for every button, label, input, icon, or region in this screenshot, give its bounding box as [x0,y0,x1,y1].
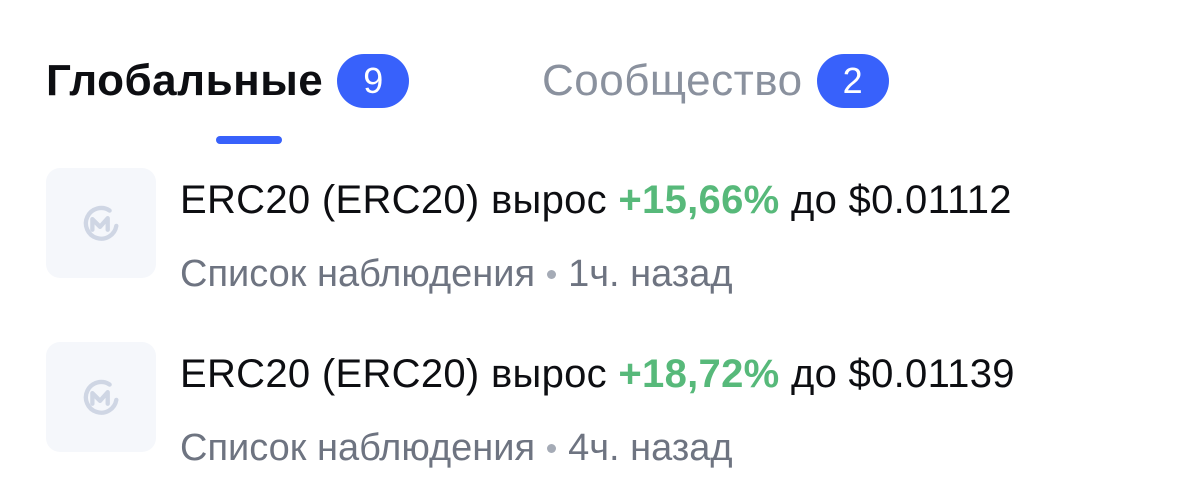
price-change: +18,72% [618,352,780,396]
notification-source: Список наблюдения [180,427,536,469]
notification-source: Список наблюдения [180,253,536,295]
price-value: $0.01112 [848,178,1012,222]
price-change: +15,66% [618,178,780,222]
preposition-text: до [790,352,838,396]
tab-global[interactable]: Глобальные 9 [46,50,410,112]
asset-name: ERC20 (ERC20) [180,352,480,396]
notification-title: ERC20 (ERC20) вырос +15,66% до $0.01112 [180,174,1012,226]
tab-community[interactable]: Сообщество 2 [542,50,889,112]
notifications-screen: Глобальные 9 Сообщество 2 ERC20 (ERC20) … [0,0,1200,493]
notification-title: ERC20 (ERC20) вырос +18,72% до $0.01139 [180,348,1015,400]
tab-community-label: Сообщество [542,56,803,105]
tab-global-label: Глобальные [46,56,324,105]
action-text: вырос [490,178,607,222]
asset-name: ERC20 (ERC20) [180,178,480,222]
separator-dot [547,443,557,453]
coinmarketcap-logo-icon [83,205,119,241]
notification-time: 1ч. назад [568,253,733,295]
separator-dot [547,269,557,279]
tab-bar: Глобальные 9 Сообщество 2 [0,0,1200,150]
active-tab-indicator [216,136,282,144]
notification-meta: Список наблюдения 4ч. назад [180,424,733,472]
tab-global-count-badge: 9 [337,54,410,108]
tab-community-count-badge: 2 [816,54,889,108]
coinmarketcap-logo-icon [83,379,119,415]
notification-item[interactable]: ERC20 (ERC20) вырос +15,66% до $0.01112 … [0,166,1200,306]
preposition-text: до [790,178,838,222]
notification-time: 4ч. назад [568,427,733,469]
notification-avatar [46,168,156,278]
price-value: $0.01139 [848,352,1015,396]
action-text: вырос [490,352,607,396]
notification-item[interactable]: ERC20 (ERC20) вырос +18,72% до $0.01139 … [0,340,1200,480]
notification-avatar [46,342,156,452]
notification-meta: Список наблюдения 1ч. назад [180,250,733,298]
